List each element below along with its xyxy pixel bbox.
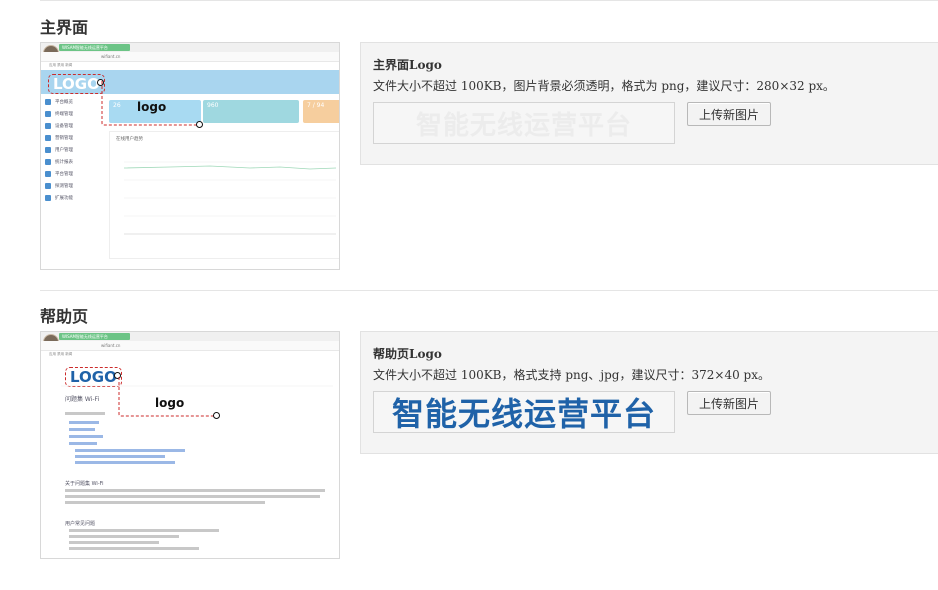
logo-preview-image: 智能无线运营平台 [373, 391, 675, 433]
logo-preview-image: 智能无线运营平台 [373, 102, 675, 144]
text-line [65, 495, 320, 498]
link-line [75, 455, 165, 458]
help-logo-panel: 帮助页Logo 文件大小不超过 100KB，格式支持 png、jpg，建议尺寸：… [360, 331, 938, 454]
main-interface-preview: WISAM智能无线运营平台 wifiant.cn 应用 禁用 新闻 LOGO 平… [40, 42, 340, 270]
help-page-preview: WISAM智能无线运营平台 wifiant.cn 应用 禁用 新闻 LOGO l… [40, 331, 340, 559]
upload-new-image-button[interactable]: 上传新图片 [687, 102, 771, 126]
main-logo-panel: 主界面Logo 文件大小不超过 100KB，图片背景必须透明，格式为 png，建… [360, 42, 938, 165]
help-heading: 问题集 Wi-Fi [65, 396, 100, 403]
callout-dot-end [213, 412, 220, 419]
text-line [69, 535, 179, 538]
text-line [69, 529, 219, 532]
text-line [69, 541, 159, 544]
link-line [75, 461, 175, 464]
callout-dot-end [196, 121, 203, 128]
section-title-main: 主界面 [40, 18, 89, 37]
panel-description: 文件大小不超过 100KB，格式支持 png、jpg，建议尺寸：372×40 p… [373, 368, 770, 382]
link-line [69, 428, 95, 431]
section-divider [40, 290, 938, 291]
panel-title: 帮助页Logo [373, 347, 442, 361]
link-line [69, 442, 97, 445]
panel-title: 主界面Logo [373, 58, 442, 72]
upload-new-image-button[interactable]: 上传新图片 [687, 391, 771, 415]
panel-description: 文件大小不超过 100KB，图片背景必须透明，格式为 png，建议尺寸：280×… [373, 79, 835, 93]
text-line [65, 412, 105, 415]
text-line [65, 489, 325, 492]
help-about-heading: 关于问题集 Wi-Fi [65, 481, 104, 487]
section-title-help: 帮助页 [40, 307, 89, 326]
text-line [69, 547, 199, 550]
text-line [65, 501, 265, 504]
link-line [69, 421, 99, 424]
link-line [69, 435, 103, 438]
top-divider [40, 0, 938, 1]
link-line [75, 449, 185, 452]
help-user-faq-heading: 用户常见问题 [65, 521, 96, 527]
callout-connector [101, 81, 198, 126]
